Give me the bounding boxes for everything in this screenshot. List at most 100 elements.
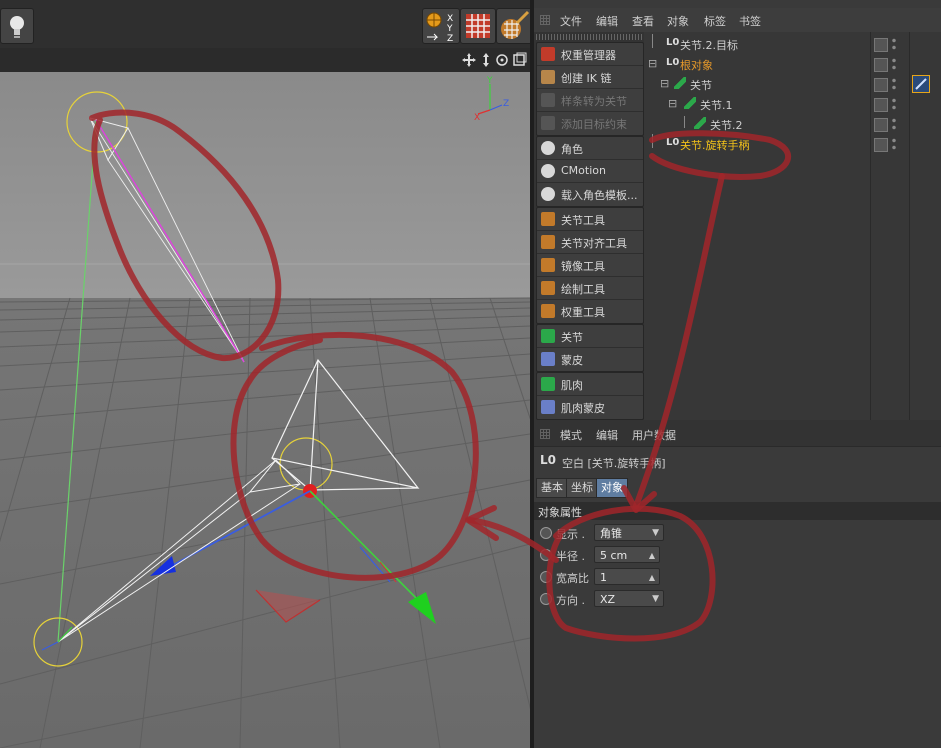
object-row[interactable]: L0 关节.2.目标 [644,34,870,54]
weight-grid-button[interactable] [460,8,496,44]
display-dropdown[interactable]: 角锥 ▼ [594,524,664,541]
skin-label: 蒙皮 [561,354,583,367]
attr-menu-mode[interactable]: 模式 [560,427,582,443]
null-icon: L0 [666,37,680,48]
create-ik-chain-tool[interactable]: 创建 IK 链 [537,66,643,89]
joint-align-tool[interactable]: 关节对齐工具 [537,231,643,254]
tab-coordinates[interactable]: 坐标 [566,478,598,498]
animate-radio[interactable] [540,527,552,539]
collapse-icon[interactable]: ⊟ [660,77,669,90]
tab-object[interactable]: 对象 [596,478,628,498]
joint-object-tool[interactable]: 关节 [537,325,643,348]
layer-flag-icon[interactable] [874,58,888,72]
collapse-icon[interactable]: ⊟ [648,57,657,70]
property-orientation: 方向 . XZ ▼ [534,588,941,610]
visibility-dots-icon[interactable] [892,77,896,91]
weight-paint-icon [501,10,530,39]
visibility-dots-icon[interactable] [892,137,896,151]
menu-file[interactable]: 文件 [560,13,582,29]
attr-menu-user-data[interactable]: 用户数据 [632,427,676,443]
menu-view[interactable]: 查看 [632,13,654,29]
attribute-grip-icon[interactable] [540,429,550,439]
layer-flag-icon[interactable] [874,78,888,92]
spline-joint-icon [541,93,555,107]
object-row[interactable]: L0 关节.旋转手柄 [644,134,870,154]
viewport[interactable]: X Y Z Y X Z [0,0,530,748]
weight-grid-icon [466,14,490,38]
animate-radio[interactable] [540,549,552,561]
collapse-icon[interactable]: ⊟ [668,97,677,110]
character-tool[interactable]: 角色 [537,137,643,160]
coordinate-system-button[interactable]: X Y Z [422,8,460,44]
paint-tool[interactable]: 绘制工具 [537,277,643,300]
joint-object-label: 关节 [561,331,583,344]
viewport-scene-canvas[interactable]: Y X Z [0,72,530,748]
property-label: 半径 . [556,550,585,563]
menubar-grip-icon[interactable] [540,15,550,25]
menu-tags[interactable]: 标签 [704,13,726,29]
object-row[interactable]: ⊟ 关节.1 [644,94,870,114]
menu-bookmarks[interactable]: 书签 [739,13,761,29]
cmotion-icon [541,164,555,178]
weight-tool[interactable]: 权重工具 [537,300,643,322]
axis-z-label: Z [503,99,509,109]
cmotion-tool[interactable]: CMotion [537,160,643,183]
joint-tool[interactable]: 关节工具 [537,208,643,231]
section-title: 对象属性 [538,506,582,519]
ik-chain-icon [541,70,555,84]
attr-menu-edit[interactable]: 编辑 [596,427,618,443]
skin-icon [541,352,555,366]
mirror-tool[interactable]: 镜像工具 [537,254,643,277]
tab-basic[interactable]: 基本 [536,478,568,498]
viewport-nav-icons[interactable] [462,52,528,68]
ik-tag-icon[interactable] [912,75,930,93]
add-target-constraint-tool[interactable]: 添加目标约束 [537,112,643,134]
orientation-value: XZ [600,593,616,606]
muscle-skin-tool[interactable]: 肌肉蒙皮 [537,396,643,418]
skin-tool[interactable]: 蒙皮 [537,348,643,370]
object-row[interactable]: ⊟ 关节 [644,74,870,94]
viewport-toolbar: X Y Z [0,0,530,48]
mirror-label: 镜像工具 [561,260,605,273]
layer-flag-icon[interactable] [874,98,888,112]
tool-panel-grip[interactable] [536,34,642,40]
object-manager-menubar: 文件 编辑 查看 对象 标签 书签 [534,8,941,33]
axis-x-label: X [474,113,480,123]
spline-to-joint-tool[interactable]: 样条转为关节 [537,89,643,112]
muscle-tool[interactable]: 肌肉 [537,373,643,396]
orientation-dropdown[interactable]: XZ ▼ [594,590,664,607]
menu-edit[interactable]: 编辑 [596,13,618,29]
viewport-scene[interactable]: Y X Z [0,72,530,748]
stepper-icon[interactable]: ▲ [649,547,655,564]
object-label: 关节.2.目标 [680,39,738,52]
paint-icon [541,281,555,295]
light-bulb-button[interactable] [0,8,34,44]
object-label: 关节.旋转手柄 [680,139,750,152]
layer-flag-icon[interactable] [874,38,888,52]
weight-paint-button[interactable] [496,8,530,44]
aspect-ratio-field[interactable]: 1 ▲ [594,568,660,585]
radius-field[interactable]: 5 cm ▲ [594,546,660,563]
visibility-dots-icon[interactable] [892,37,896,51]
tool-group-ik: 权重管理器 创建 IK 链 样条转为关节 添加目标约束 [536,42,644,136]
property-label: 宽高比 [556,572,589,585]
layer-flag-icon[interactable] [874,138,888,152]
radius-value: 5 cm [600,549,628,562]
null-object-icon: L0 [540,453,556,467]
stepper-icon[interactable]: ▲ [649,569,655,586]
menu-objects[interactable]: 对象 [667,13,689,29]
axis-y-label: Y [486,76,493,86]
weight-manager-tool[interactable]: 权重管理器 [537,43,643,66]
attribute-header: 模式 编辑 用户数据 [534,420,941,447]
visibility-dots-icon[interactable] [892,97,896,111]
layer-flag-icon[interactable] [874,118,888,132]
animate-radio[interactable] [540,571,552,583]
object-row[interactable]: 关节.2 [644,114,870,134]
animate-radio[interactable] [540,593,552,605]
weight-tool-icon [541,304,555,318]
visibility-dots-icon[interactable] [892,117,896,131]
object-row[interactable]: ⊟ L0 根对象 [644,54,870,74]
load-character-template-tool[interactable]: 载入角色模板... [537,183,643,205]
character-label: 角色 [561,143,583,156]
visibility-dots-icon[interactable] [892,57,896,71]
